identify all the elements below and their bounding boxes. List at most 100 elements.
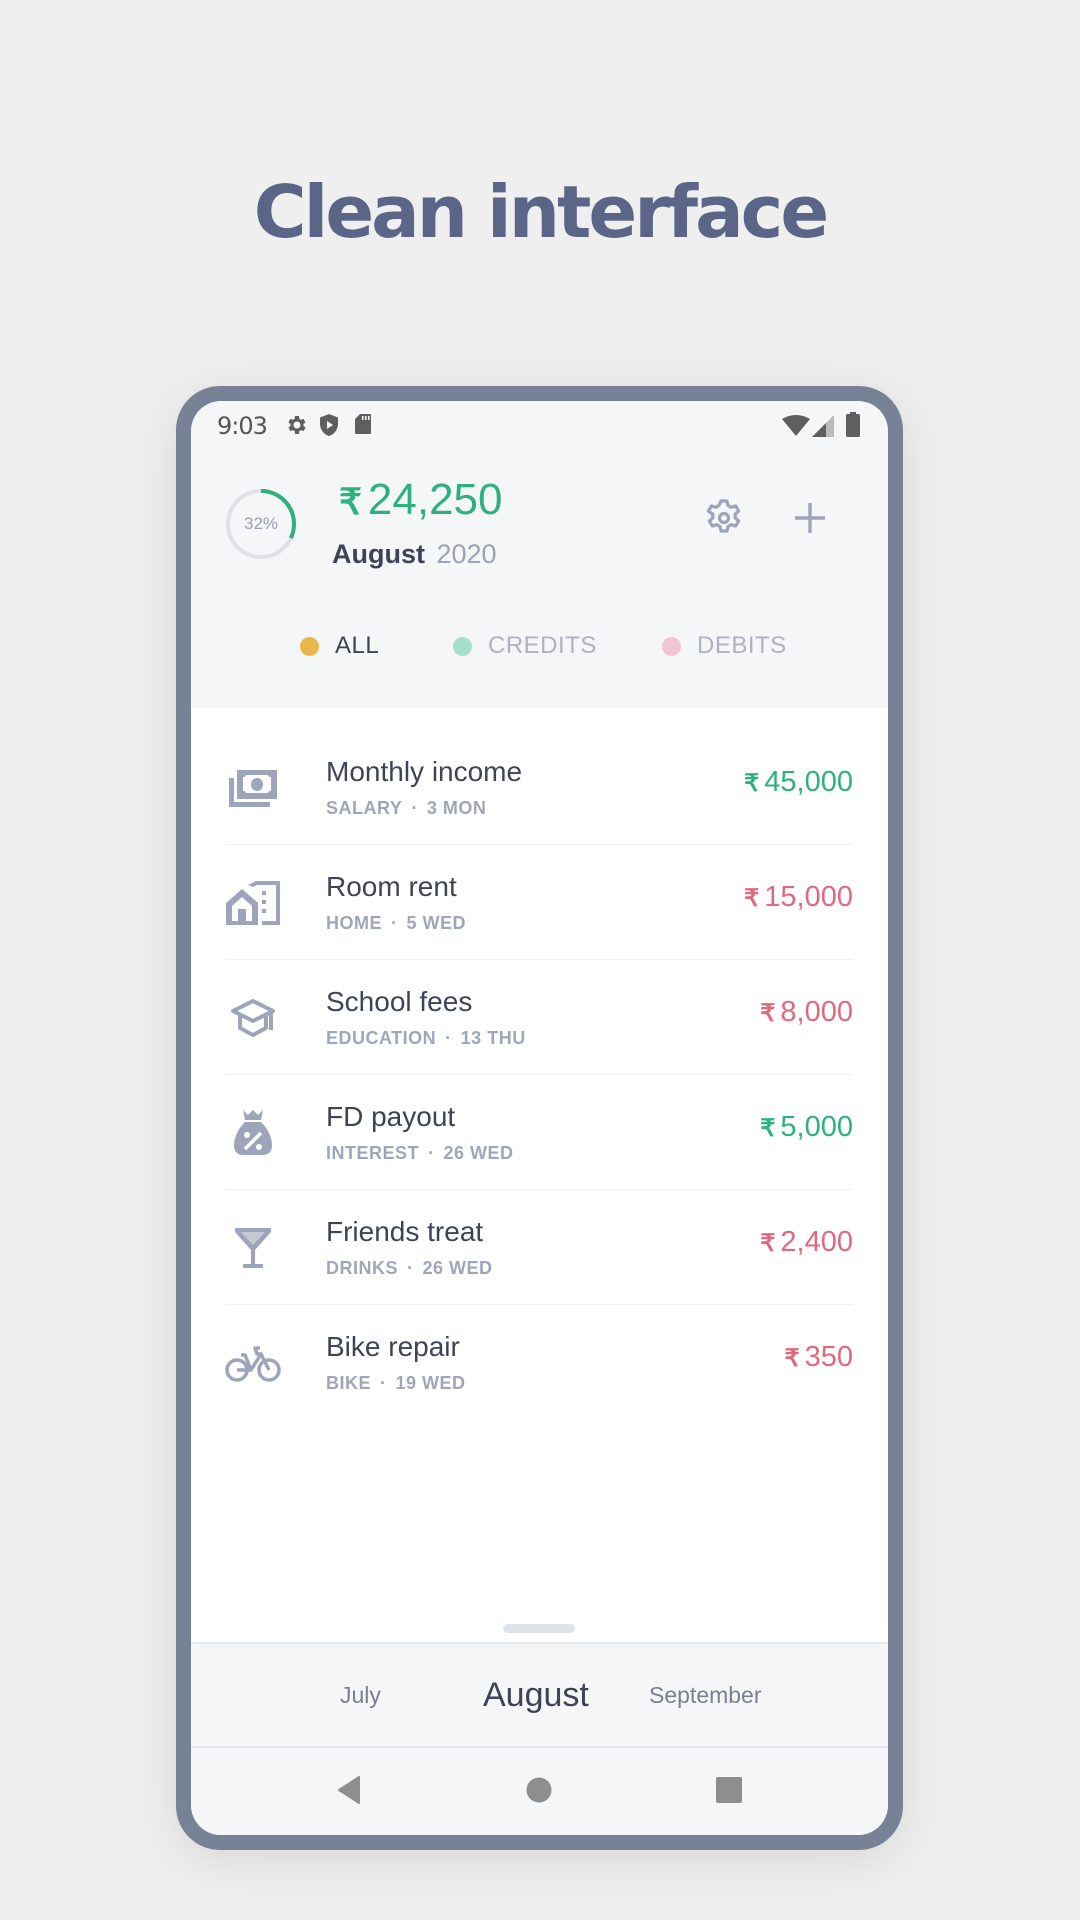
transaction-meta: INTEREST · 26 WED — [326, 1143, 514, 1163]
money-icon — [225, 760, 281, 816]
balance-amount: ₹24,250 — [339, 475, 502, 525]
transaction-category: EDUCATION — [326, 1028, 437, 1048]
status-bar: 9:03 — [191, 401, 888, 447]
rupee-symbol: ₹ — [784, 1345, 800, 1372]
add-transaction-button[interactable] — [785, 495, 835, 545]
transaction-title: Monthly income — [326, 756, 523, 787]
transaction-amount: ₹8,000 — [760, 996, 853, 1029]
nav-recents-button[interactable] — [709, 1772, 749, 1812]
transaction-category: HOME — [326, 913, 382, 933]
settings-button[interactable] — [699, 495, 749, 545]
amount-value: 45,000 — [764, 766, 853, 798]
filter-tab-credits[interactable]: CREDITS — [453, 632, 597, 660]
rupee-symbol: ₹ — [744, 770, 760, 797]
filter-tabs: ALL CREDITS DEBITS — [191, 632, 888, 672]
amount-value: 5,000 — [780, 1111, 853, 1143]
sd-card-icon — [354, 413, 372, 440]
next-month-button[interactable]: September — [649, 1644, 762, 1746]
transaction-row[interactable]: School fees EDUCATION · 13 THU ₹8,000 — [225, 960, 853, 1075]
transaction-meta: DRINKS · 26 WED — [326, 1258, 493, 1278]
settings-gear-icon — [285, 413, 309, 442]
transaction-date: 5 WED — [406, 913, 467, 933]
home-building-icon — [225, 875, 281, 931]
status-time: 9:03 — [217, 412, 268, 440]
month-selector: July August September — [191, 1642, 888, 1748]
rupee-symbol: ₹ — [339, 481, 362, 522]
previous-month-button[interactable]: July — [340, 1644, 381, 1746]
nav-home-button[interactable] — [519, 1772, 559, 1812]
period-year: 2020 — [436, 539, 497, 569]
transaction-list[interactable]: Monthly income SALARY · 3 MON ₹45,000 Room… — [191, 708, 888, 1642]
transaction-date: 13 THU — [460, 1028, 526, 1048]
drag-handle[interactable] — [503, 1624, 575, 1633]
rupee-symbol: ₹ — [760, 1115, 776, 1142]
transaction-category: SALARY — [326, 798, 403, 818]
transaction-title: FD payout — [326, 1101, 456, 1132]
progress-percent-label: 32% — [243, 514, 279, 533]
transaction-row[interactable]: Bike repair BIKE · 19 WED ₹350 — [225, 1305, 853, 1420]
bicycle-icon — [225, 1335, 281, 1391]
transaction-category: DRINKS — [326, 1258, 399, 1278]
transaction-row[interactable]: Friends treat DRINKS · 26 WED ₹2,400 — [225, 1190, 853, 1305]
filter-label: DEBITS — [697, 632, 787, 659]
transaction-title: School fees — [326, 986, 473, 1017]
recents-icon — [715, 1776, 743, 1809]
money-bag-percent-icon — [225, 1105, 281, 1161]
rupee-symbol: ₹ — [760, 1230, 776, 1257]
battery-icon — [846, 412, 860, 442]
headline: Clean interface — [253, 170, 829, 254]
shield-play-icon — [318, 413, 340, 442]
filter-label: ALL — [335, 632, 380, 659]
filter-dot-credits — [453, 636, 472, 656]
transaction-meta: BIKE · 19 WED — [326, 1373, 466, 1393]
wifi-icon — [782, 415, 810, 442]
transaction-title: Room rent — [326, 871, 457, 902]
rupee-symbol: ₹ — [744, 885, 760, 912]
transaction-meta: EDUCATION · 13 THU — [326, 1028, 526, 1048]
transaction-row[interactable]: Room rent HOME · 5 WED ₹15,000 — [225, 845, 853, 960]
transaction-meta: SALARY · 3 MON — [326, 798, 487, 818]
current-month-label[interactable]: August — [483, 1644, 589, 1746]
current-period: August 2020 — [332, 539, 497, 570]
amount-value: 350 — [804, 1341, 853, 1373]
filter-label: CREDITS — [488, 632, 597, 659]
transaction-date: 3 MON — [426, 798, 487, 818]
balance-value: 24,250 — [367, 475, 503, 524]
filter-tab-debits[interactable]: DEBITS — [662, 632, 787, 660]
filter-dot-all — [300, 636, 319, 656]
filter-dot-debits — [662, 636, 681, 656]
amount-value: 8,000 — [780, 996, 853, 1028]
summary-header: 32% ₹24,250 August 2020 ALL CREDITS DEBI… — [191, 447, 888, 708]
app-screen: 9:03 32% ₹ 24,250 August 2020 ALL CREDIT… — [191, 401, 888, 1835]
phone-frame: 9:03 32% ₹ 24,250 August 2020 ALL CREDIT… — [176, 386, 903, 1850]
transaction-category: INTEREST — [326, 1143, 420, 1163]
graduation-cap-icon — [225, 990, 281, 1046]
amount-value: 2,400 — [780, 1226, 853, 1258]
transaction-row[interactable]: FD payout INTEREST · 26 WED ₹5,000 — [225, 1075, 853, 1190]
transaction-title: Friends treat — [326, 1216, 484, 1247]
transaction-amount: ₹5,000 — [760, 1111, 853, 1144]
transaction-date: 26 WED — [443, 1143, 514, 1163]
nav-back-button[interactable] — [329, 1772, 369, 1812]
plus-icon — [793, 501, 827, 540]
home-icon — [526, 1777, 552, 1808]
transaction-amount: ₹350 — [784, 1341, 853, 1374]
back-icon — [337, 1775, 361, 1810]
transaction-category: BIKE — [326, 1373, 372, 1393]
period-month: August — [332, 539, 425, 569]
transaction-amount: ₹2,400 — [760, 1226, 853, 1259]
transaction-date: 26 WED — [422, 1258, 493, 1278]
system-nav-bar — [191, 1748, 888, 1835]
transaction-row[interactable]: Monthly income SALARY · 3 MON ₹45,000 — [225, 730, 853, 845]
rupee-symbol: ₹ — [760, 1000, 776, 1027]
cocktail-glass-icon — [225, 1220, 281, 1276]
transaction-amount: ₹45,000 — [744, 766, 853, 799]
transaction-date: 19 WED — [395, 1373, 466, 1393]
transaction-title: Bike repair — [326, 1331, 460, 1362]
filter-tab-all[interactable]: ALL — [300, 632, 379, 660]
cell-signal-icon — [812, 415, 834, 442]
gear-icon — [703, 497, 745, 544]
transaction-meta: HOME · 5 WED — [326, 913, 467, 933]
transaction-amount: ₹15,000 — [744, 881, 853, 914]
amount-value: 15,000 — [764, 881, 853, 913]
